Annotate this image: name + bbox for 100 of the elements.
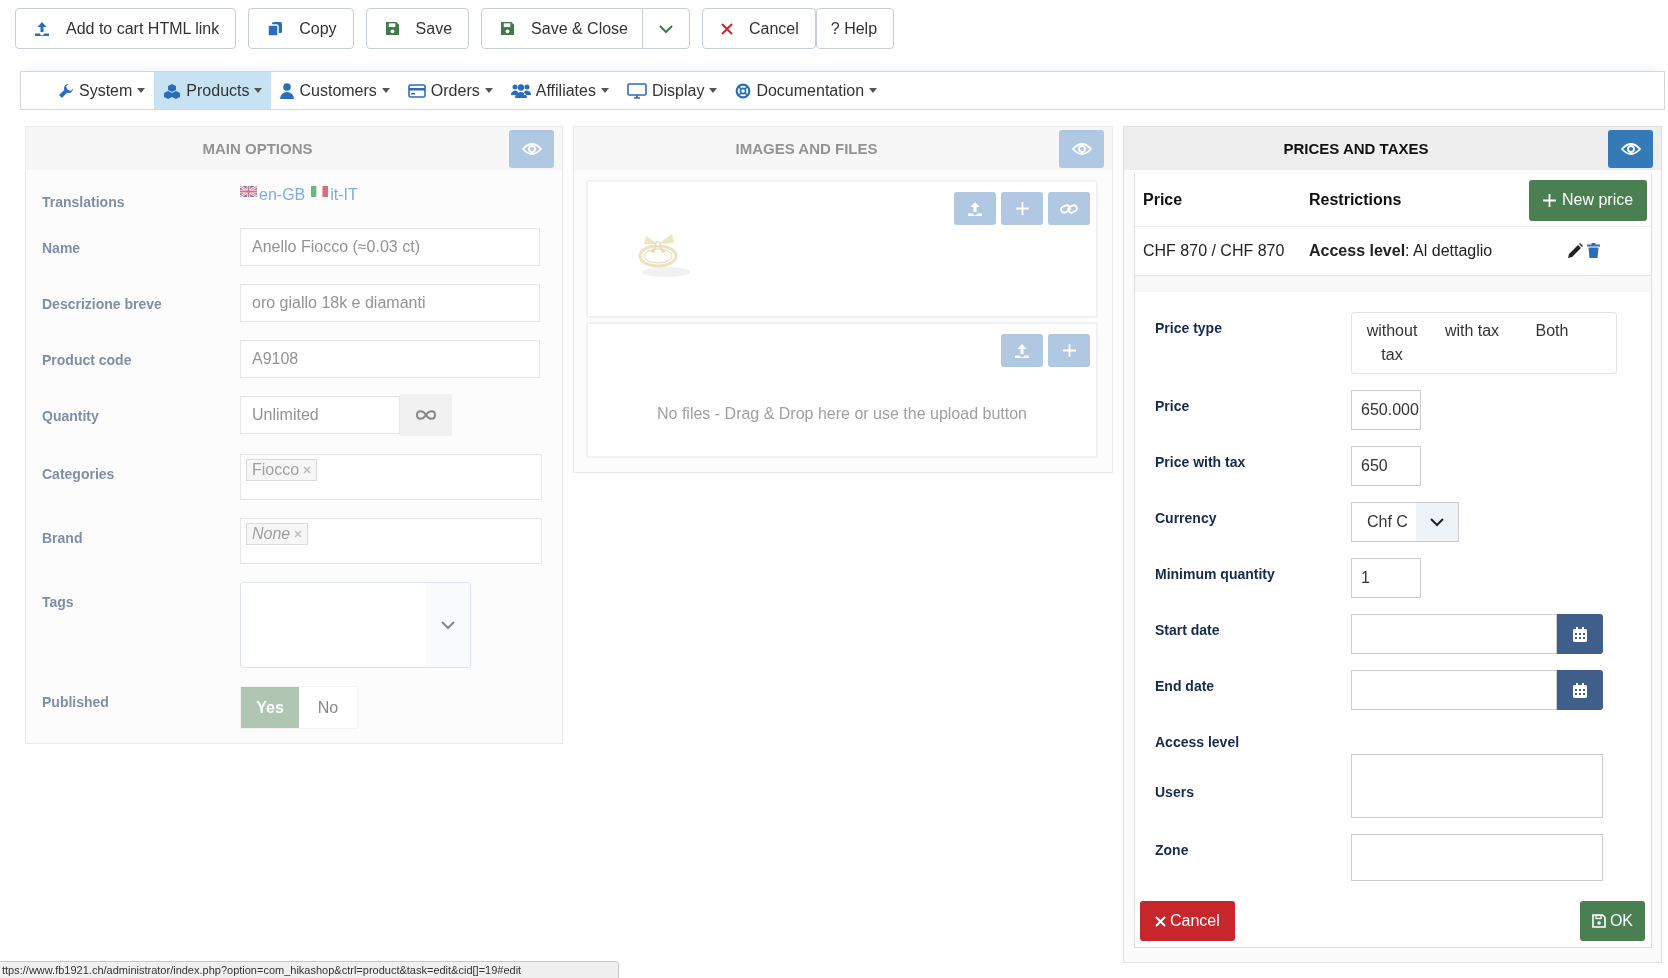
- upload-button[interactable]: [954, 192, 996, 225]
- field-label: Product code: [42, 351, 133, 368]
- cancel-button[interactable]: Cancel: [1140, 901, 1235, 941]
- remove-icon: [303, 466, 312, 474]
- save-icon: [500, 21, 516, 36]
- zone-field[interactable]: [1351, 834, 1603, 881]
- menu-item[interactable]: Orders: [398, 72, 502, 109]
- field-label: Name: [42, 239, 82, 256]
- price-type-option[interactable]: without tax: [1352, 319, 1432, 367]
- uk-flag-icon: [240, 186, 257, 197]
- calendar-button[interactable]: [1557, 614, 1603, 654]
- price-type-option[interactable]: Both: [1512, 319, 1592, 343]
- plus-icon: [1543, 193, 1556, 207]
- eye-icon: [1620, 141, 1641, 156]
- caret-icon: [254, 88, 263, 93]
- currency-select[interactable]: Chf C: [1351, 502, 1459, 542]
- panel-title: IMAGES AND FILES: [734, 140, 879, 157]
- infinity-icon: [416, 410, 436, 420]
- field-label: Categories: [42, 465, 116, 482]
- remove-icon: [294, 530, 303, 538]
- user-icon: [280, 82, 295, 99]
- save-icon: [1591, 914, 1606, 928]
- delete-button[interactable]: [1587, 243, 1600, 259]
- field-label: Start date: [1155, 621, 1221, 638]
- plus-icon: [1015, 202, 1029, 215]
- field-label: Access level: [1155, 733, 1241, 750]
- caret-icon: [137, 88, 146, 93]
- help-button[interactable]: ? Help: [815, 8, 895, 49]
- menu-item[interactable]: Customers: [271, 72, 399, 109]
- trash-icon: [1587, 243, 1600, 258]
- status-bar: ttps://www.fb1921.ch/administrator/index.php?option=com_hikashop&ctrl=product&task=edit&cid[]=19#edit: [0, 961, 619, 978]
- empty-message: No files - Drag & Drop here or use the upload button: [656, 405, 1028, 423]
- panel-title: PRICES AND TAXES: [1282, 140, 1430, 157]
- copy-button[interactable]: Copy: [248, 8, 354, 49]
- table-cell-text: Access level: Al dettaglio: [1309, 242, 1494, 260]
- field-label: Price with tax: [1155, 453, 1247, 470]
- tags-select[interactable]: [240, 582, 471, 668]
- link-icon: [1060, 201, 1078, 216]
- text-field[interactable]: 1: [1351, 558, 1421, 598]
- eye-icon: [1071, 141, 1092, 156]
- add-link-button[interactable]: Add to cart HTML link: [15, 8, 237, 49]
- field-label: Descrizione breve: [42, 295, 163, 312]
- calendar-icon: [1573, 682, 1587, 698]
- dropdown-button[interactable]: [642, 8, 690, 49]
- unlimited-button[interactable]: [400, 394, 452, 436]
- menu-item[interactable]: System: [49, 72, 155, 109]
- close-icon: [1155, 915, 1166, 927]
- save-and-close-button[interactable]: Save & Close: [481, 8, 643, 49]
- save-button[interactable]: Save: [365, 8, 470, 49]
- field-label: Zone: [1155, 841, 1190, 858]
- add-button[interactable]: [1001, 192, 1043, 225]
- users-icon: [510, 82, 531, 99]
- copy-icon: [267, 20, 284, 37]
- credit-card-icon: [407, 83, 426, 98]
- field-label: Brand: [42, 529, 84, 546]
- cancel-button[interactable]: Cancel: [702, 8, 816, 49]
- add-button[interactable]: [1048, 334, 1090, 367]
- price-type-option[interactable]: with tax: [1432, 319, 1512, 343]
- date-field[interactable]: [1351, 614, 1557, 654]
- field-label: Minimum quantity: [1155, 565, 1276, 582]
- link-button[interactable]: [1048, 192, 1090, 225]
- field-label: Translations: [42, 193, 126, 210]
- column-header: Restrictions: [1309, 191, 1403, 209]
- close-icon: [721, 22, 733, 35]
- eye-icon: [521, 141, 542, 156]
- caret-icon: [600, 88, 609, 93]
- upload-icon: [967, 200, 983, 217]
- text-field[interactable]: 650.000: [1351, 390, 1421, 430]
- users-field[interactable]: [1351, 754, 1603, 818]
- table-cell-text: CHF 870 / CHF 870: [1142, 242, 1286, 260]
- visibility-button[interactable]: [1608, 129, 1653, 168]
- menu-item[interactable]: Documentation: [726, 72, 887, 109]
- plus-icon: [1062, 344, 1076, 357]
- caret-icon: [484, 88, 493, 93]
- chevron-down-icon: [658, 23, 674, 34]
- chevron-down-icon: [440, 620, 456, 630]
- column-header: Price: [1142, 191, 1184, 209]
- caret-icon: [381, 88, 390, 93]
- upload-button[interactable]: [1001, 334, 1043, 367]
- caret-icon: [709, 88, 718, 93]
- date-field[interactable]: [1351, 670, 1557, 710]
- new-price-button[interactable]: New price: [1529, 179, 1648, 221]
- field-label: Published: [42, 693, 110, 710]
- field-label: Price: [1155, 397, 1191, 414]
- calendar-button[interactable]: [1557, 670, 1603, 710]
- save-icon: [384, 21, 400, 36]
- field-label: End date: [1155, 677, 1216, 694]
- menu-item[interactable]: Display: [617, 72, 727, 109]
- menu-item[interactable]: Products: [154, 72, 272, 109]
- ok-button[interactable]: OK: [1579, 901, 1645, 941]
- field-label: Tags: [42, 593, 75, 610]
- upload-icon: [34, 20, 50, 37]
- field-label: Price type: [1155, 319, 1223, 336]
- field-label: Users: [1155, 783, 1195, 800]
- chevron-down-icon: [1429, 517, 1445, 527]
- menu-item[interactable]: Affiliates: [501, 72, 618, 109]
- panel-title: MAIN OPTIONS: [201, 140, 314, 157]
- text-field[interactable]: 650: [1351, 446, 1421, 486]
- edit-button[interactable]: [1567, 243, 1583, 259]
- italy-flag-icon: [311, 186, 329, 197]
